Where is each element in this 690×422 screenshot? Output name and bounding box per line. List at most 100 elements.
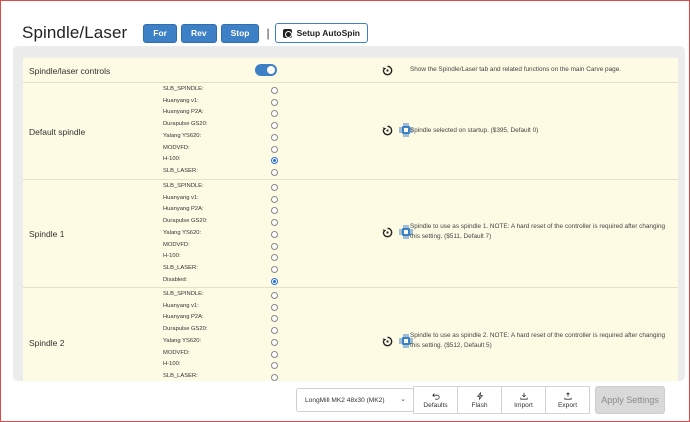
- radio-option-label: SLB_LASER:: [163, 167, 198, 174]
- footer-toolbar: LongMill MK2 48x30 (MK2) ⌄ Defaults Flas…: [296, 386, 677, 414]
- radio-button[interactable]: [271, 242, 278, 250]
- radio-option-label: Durapulse GS20:: [163, 326, 208, 333]
- radio-option-label: SLB_SPINDLE:: [163, 291, 204, 297]
- radio-option[interactable]: SLB_LASER:: [163, 264, 281, 276]
- radio-option[interactable]: Yalang YS620:: [163, 229, 281, 241]
- radio-option-label: Durapulse GS20:: [163, 121, 208, 128]
- radio-button[interactable]: [271, 277, 278, 285]
- radio-option[interactable]: Durapulse GS20:: [163, 217, 281, 229]
- radio-option-label: Huanyang P2A:: [163, 206, 204, 213]
- radio-button[interactable]: [271, 87, 278, 94]
- radio-option-label: SLB_LASER:: [163, 264, 198, 271]
- radio-button[interactable]: [271, 110, 278, 118]
- radio-option[interactable]: SLB_LASER:: [163, 372, 281, 381]
- radio-button[interactable]: [271, 254, 278, 262]
- radio-option[interactable]: Durapulse GS20:: [163, 325, 281, 337]
- radio-option[interactable]: Durapulse GS20:: [163, 120, 281, 132]
- radio-option[interactable]: MODVFD:: [163, 241, 281, 253]
- radio-option[interactable]: MODVFD:: [163, 144, 281, 156]
- radio-option-label: Durapulse GS20:: [163, 218, 208, 225]
- radio-button[interactable]: [271, 327, 278, 335]
- spindle-stop-button[interactable]: Stop: [220, 23, 260, 43]
- page-title: Spindle/Laser: [22, 23, 128, 42]
- defaults-button[interactable]: Defaults: [413, 386, 458, 414]
- radio-button[interactable]: [271, 219, 278, 227]
- radio-button[interactable]: [271, 362, 278, 370]
- upload-icon: [563, 391, 572, 400]
- settings-panel[interactable]: Spindle/laser controls Show the Spindle/…: [13, 46, 685, 381]
- spindle-laser-controls-toggle[interactable]: [255, 64, 277, 76]
- radio-option-label: Huanyang P2A:: [163, 314, 204, 321]
- radio-option-label: H-100:: [163, 253, 181, 260]
- radio-option[interactable]: Huanyang v1:: [163, 97, 281, 109]
- radio-option-label: MODVFD:: [163, 349, 190, 356]
- radio-button[interactable]: [271, 350, 278, 358]
- radio-option-label: Huanyang v1:: [163, 302, 199, 309]
- radio-button[interactable]: [271, 292, 278, 299]
- radio-option-label: MODVFD:: [163, 144, 190, 151]
- download-icon: [519, 392, 528, 400]
- reset-icon[interactable]: [382, 227, 393, 238]
- radio-option[interactable]: SLB_SPINDLE:: [163, 290, 281, 302]
- setting-description: Spindle selected on startup. ($395, Defa…: [410, 127, 539, 134]
- radio-option[interactable]: SLB_SPINDLE:: [163, 182, 281, 194]
- import-button[interactable]: Import: [501, 386, 546, 414]
- reset-icon[interactable]: [382, 125, 393, 136]
- import-label: Import: [514, 401, 533, 409]
- spindle-forward-button[interactable]: For: [143, 23, 177, 43]
- radio-button[interactable]: [271, 265, 278, 273]
- radio-option[interactable]: Disabled:: [163, 276, 281, 288]
- reset-icon[interactable]: [382, 65, 393, 76]
- radio-option[interactable]: Yalang YS620:: [163, 337, 281, 349]
- radio-option[interactable]: H-100:: [163, 155, 281, 167]
- radio-button[interactable]: [271, 184, 278, 191]
- radio-option[interactable]: Huanyang P2A:: [163, 205, 281, 217]
- radio-option-label: MODVFD:: [163, 241, 190, 248]
- radio-option[interactable]: Huanyang P2A:: [163, 313, 281, 325]
- setup-autospin-button[interactable]: Setup AutoSpin: [274, 23, 369, 43]
- reset-icon[interactable]: [382, 336, 393, 347]
- radio-option[interactable]: H-100:: [163, 360, 281, 372]
- radio-option-label: H-100:: [163, 361, 181, 368]
- radio-option-label: H-100:: [163, 156, 181, 163]
- radio-option[interactable]: Huanyang v1:: [163, 302, 281, 314]
- setting-row-spindle-1: Spindle 1 SLB_SPINDLE: Huanyang v1: Huanya…: [23, 180, 678, 288]
- radio-option[interactable]: SLB_LASER:: [163, 167, 281, 179]
- radio-option-label: Yalang YS620:: [163, 132, 202, 139]
- radio-option[interactable]: MODVFD:: [163, 349, 281, 361]
- setting-description: Spindle to use as spindle 2. NOTE: A har…: [410, 332, 666, 349]
- radio-button[interactable]: [271, 315, 278, 323]
- radio-button[interactable]: [271, 303, 278, 311]
- radio-option[interactable]: Yalang YS620:: [163, 132, 281, 144]
- flash-button[interactable]: Flash: [457, 386, 502, 414]
- radio-button[interactable]: [271, 98, 278, 106]
- radio-option-label: SLB_SPINDLE:: [163, 86, 204, 92]
- machine-profile-select[interactable]: LongMill MK2 48x30 (MK2) ⌄: [296, 388, 414, 412]
- page-header: Spindle/Laser For Rev Stop | Setup AutoS…: [22, 20, 369, 46]
- radio-button[interactable]: [271, 145, 278, 153]
- spindle-reverse-button[interactable]: Rev: [180, 23, 217, 43]
- export-button[interactable]: Export: [545, 386, 590, 414]
- radio-button[interactable]: [271, 195, 278, 203]
- radio-option[interactable]: H-100:: [163, 252, 281, 264]
- radio-button[interactable]: [271, 133, 278, 141]
- radio-button[interactable]: [271, 230, 278, 238]
- radio-button[interactable]: [271, 168, 278, 176]
- radio-button[interactable]: [271, 338, 278, 346]
- apply-settings-button[interactable]: Apply Settings: [595, 386, 665, 414]
- radio-option-label: SLB_SPINDLE:: [163, 183, 204, 189]
- radio-option-label: Disabled:: [163, 276, 188, 283]
- setting-description: Spindle to use as spindle 1. NOTE: A har…: [410, 223, 666, 240]
- radio-option[interactable]: Huanyang P2A:: [163, 108, 281, 120]
- radio-option-label: Yalang YS620:: [163, 337, 202, 344]
- radio-button[interactable]: [271, 373, 278, 381]
- radio-option[interactable]: SLB_SPINDLE:: [163, 85, 281, 97]
- radio-button[interactable]: [271, 122, 278, 130]
- setting-label: Spindle 2: [29, 338, 65, 348]
- setting-row-default-spindle: Default spindle SLB_SPINDLE: Huanyang v1:…: [23, 83, 678, 180]
- radio-button[interactable]: [271, 207, 278, 215]
- flash-label: Flash: [471, 401, 488, 409]
- radio-option-label: Huanyang v1:: [163, 97, 199, 104]
- radio-option[interactable]: Huanyang v1:: [163, 194, 281, 206]
- radio-button[interactable]: [271, 157, 278, 165]
